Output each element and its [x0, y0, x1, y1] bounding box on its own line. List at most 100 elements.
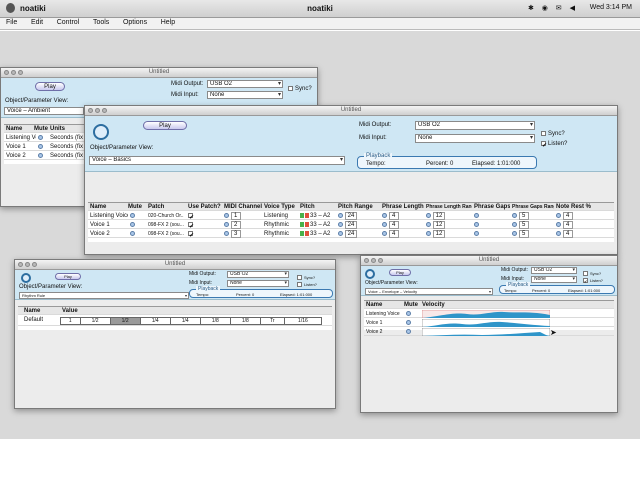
- voice-type-select[interactable]: Rhythmic: [262, 221, 298, 229]
- midi-output-select[interactable]: USB O2 ▾: [531, 267, 577, 274]
- phrase-length-range-stepper[interactable]: 12: [424, 212, 472, 220]
- title-bar[interactable]: Untitled: [15, 260, 335, 270]
- mute-icon[interactable]: [130, 230, 135, 236]
- play-button[interactable]: Play: [143, 121, 187, 130]
- rhythm-option[interactable]: 1/8: [199, 317, 231, 325]
- units-value[interactable]: Seconds (fix: [48, 143, 86, 151]
- mute-icon[interactable]: [38, 143, 43, 149]
- velocity-envelope[interactable]: [422, 328, 550, 336]
- check-icon[interactable]: ✔: [188, 212, 194, 220]
- phrase-length-range-stepper[interactable]: 12: [424, 230, 472, 238]
- midi-input-select[interactable]: None ▾: [531, 276, 577, 283]
- header-note-rest[interactable]: Note Rest %: [554, 203, 594, 211]
- check-icon[interactable]: ✔: [188, 230, 194, 238]
- rhythm-option[interactable]: 1: [60, 317, 81, 325]
- rhythm-option-selected[interactable]: 1/2: [109, 317, 141, 325]
- header-name[interactable]: Name: [4, 125, 32, 133]
- patch-select[interactable]: 020-Church Or...: [146, 212, 184, 220]
- status-icons[interactable]: ✱ ◉ ✉ ◀: [528, 4, 578, 12]
- mute-icon[interactable]: [130, 212, 135, 218]
- menu-control[interactable]: Control: [51, 18, 86, 27]
- sync-checkbox[interactable]: Sync?: [288, 86, 312, 92]
- midi-input-select[interactable]: None ▾: [207, 91, 283, 99]
- note-rest-stepper[interactable]: 4: [554, 230, 594, 238]
- phrase-length-stepper[interactable]: 4: [380, 221, 424, 229]
- header-name[interactable]: Name: [22, 307, 58, 315]
- voice-type-select[interactable]: Listening: [262, 212, 298, 220]
- check-icon[interactable]: ✔: [188, 221, 194, 229]
- velocity-envelope[interactable]: [422, 310, 550, 318]
- header-phrase-gaps[interactable]: Phrase Gaps: [472, 203, 510, 211]
- header-pitch-range[interactable]: Pitch Range: [336, 203, 380, 211]
- midi-input-select[interactable]: None ▾: [415, 134, 535, 143]
- note-rest-stepper[interactable]: 4: [554, 212, 594, 220]
- mute-toggle[interactable]: [404, 328, 420, 336]
- midi-input-select[interactable]: None ▾: [227, 280, 289, 287]
- units-value[interactable]: Seconds (fix: [48, 152, 86, 160]
- mute-icon[interactable]: [130, 221, 135, 227]
- header-phrase-length-range[interactable]: Phrase Length Range: [424, 203, 472, 211]
- use-patch-checkbox[interactable]: ✔: [186, 212, 222, 220]
- listen-checkbox[interactable]: ✔Listen?: [583, 278, 603, 284]
- clock[interactable]: Wed 3:14 PM: [590, 4, 632, 11]
- phrase-length-stepper[interactable]: 4: [380, 230, 424, 238]
- mute-toggle[interactable]: [404, 319, 420, 327]
- sync-checkbox[interactable]: Sync?: [541, 131, 565, 137]
- phrase-gaps-stepper[interactable]: [472, 221, 510, 229]
- table-row[interactable]: Listening Voice Seconds (fix: [4, 134, 86, 142]
- mute-icon[interactable]: [406, 310, 411, 316]
- header-name[interactable]: Name: [364, 301, 402, 309]
- mute-toggle[interactable]: [128, 230, 146, 238]
- units-value[interactable]: Seconds (fix: [48, 134, 86, 142]
- rhythm-option[interactable]: 1/4: [169, 317, 201, 325]
- phrase-gaps-range-stepper[interactable]: 5: [510, 212, 554, 220]
- mute-toggle[interactable]: [404, 310, 420, 318]
- mute-icon[interactable]: [38, 134, 43, 140]
- menu-help[interactable]: Help: [155, 18, 181, 27]
- mute-icon[interactable]: [38, 152, 43, 158]
- midi-output-select[interactable]: USB O2 ▾: [207, 80, 283, 88]
- view-select[interactable]: Rhythm Rule ▾: [19, 292, 189, 299]
- table-row[interactable]: Listening Voice: [364, 310, 614, 318]
- table-row[interactable]: Default 1 1/2 1/2 1/4 1/4 1/8 1/8 Tr 1/1…: [18, 316, 332, 326]
- phrase-gaps-stepper[interactable]: [472, 230, 510, 238]
- header-voice-type[interactable]: Voice Type: [262, 203, 298, 211]
- table-row[interactable]: Voice 2 Seconds (fix: [4, 152, 86, 160]
- view-select[interactable]: Voice – Basics ▾: [89, 156, 345, 165]
- velocity-envelope[interactable]: [422, 319, 550, 327]
- rhythm-option[interactable]: Tr: [259, 317, 285, 325]
- table-row[interactable]: Listening Voice 020-Church Or... ✔ 1 Lis…: [88, 212, 614, 220]
- play-button[interactable]: Play: [35, 82, 65, 91]
- menu-file[interactable]: File: [0, 18, 23, 27]
- mute-icon[interactable]: [406, 328, 411, 334]
- header-mute[interactable]: Mute: [126, 203, 146, 211]
- phrase-gaps-range-stepper[interactable]: 5: [510, 221, 554, 229]
- menu-tools[interactable]: Tools: [87, 18, 115, 27]
- mute-toggle[interactable]: [36, 143, 48, 151]
- pitch-select[interactable]: 33 – A2: [298, 221, 336, 229]
- menu-options[interactable]: Options: [117, 18, 153, 27]
- voice-type-select[interactable]: Rhythmic: [262, 230, 298, 238]
- header-use-patch[interactable]: Use Patch?: [186, 203, 222, 211]
- table-row[interactable]: Voice 1 Seconds (fix: [4, 143, 86, 151]
- mute-toggle[interactable]: [128, 221, 146, 229]
- header-midi-channel[interactable]: MIDI Channel: [222, 203, 262, 211]
- play-button[interactable]: Play: [55, 273, 81, 280]
- header-mute[interactable]: Mute: [32, 125, 48, 133]
- midi-output-select[interactable]: USB O2 ▾: [227, 271, 289, 278]
- midi-output-select[interactable]: USB O2 ▾: [415, 121, 535, 130]
- mute-toggle[interactable]: [36, 152, 48, 160]
- midi-channel-stepper[interactable]: 3: [222, 230, 262, 238]
- phrase-length-range-stepper[interactable]: 12: [424, 221, 472, 229]
- pitch-select[interactable]: 33 – A2: [298, 212, 336, 220]
- header-name[interactable]: Name: [88, 203, 126, 211]
- listen-checkbox[interactable]: ✔Listen?: [541, 141, 567, 149]
- patch-select[interactable]: 098-FX 2 (sou...: [146, 230, 184, 238]
- play-button[interactable]: Play: [389, 269, 411, 276]
- header-phrase-length[interactable]: Phrase Length: [380, 203, 424, 211]
- sync-checkbox[interactable]: Sync?: [297, 275, 315, 281]
- patch-select[interactable]: 098-FX 2 (sou...: [146, 221, 184, 229]
- phrase-gaps-stepper[interactable]: [472, 212, 510, 220]
- rhythm-option[interactable]: 1/2: [79, 317, 111, 325]
- midi-channel-stepper[interactable]: 2: [222, 221, 262, 229]
